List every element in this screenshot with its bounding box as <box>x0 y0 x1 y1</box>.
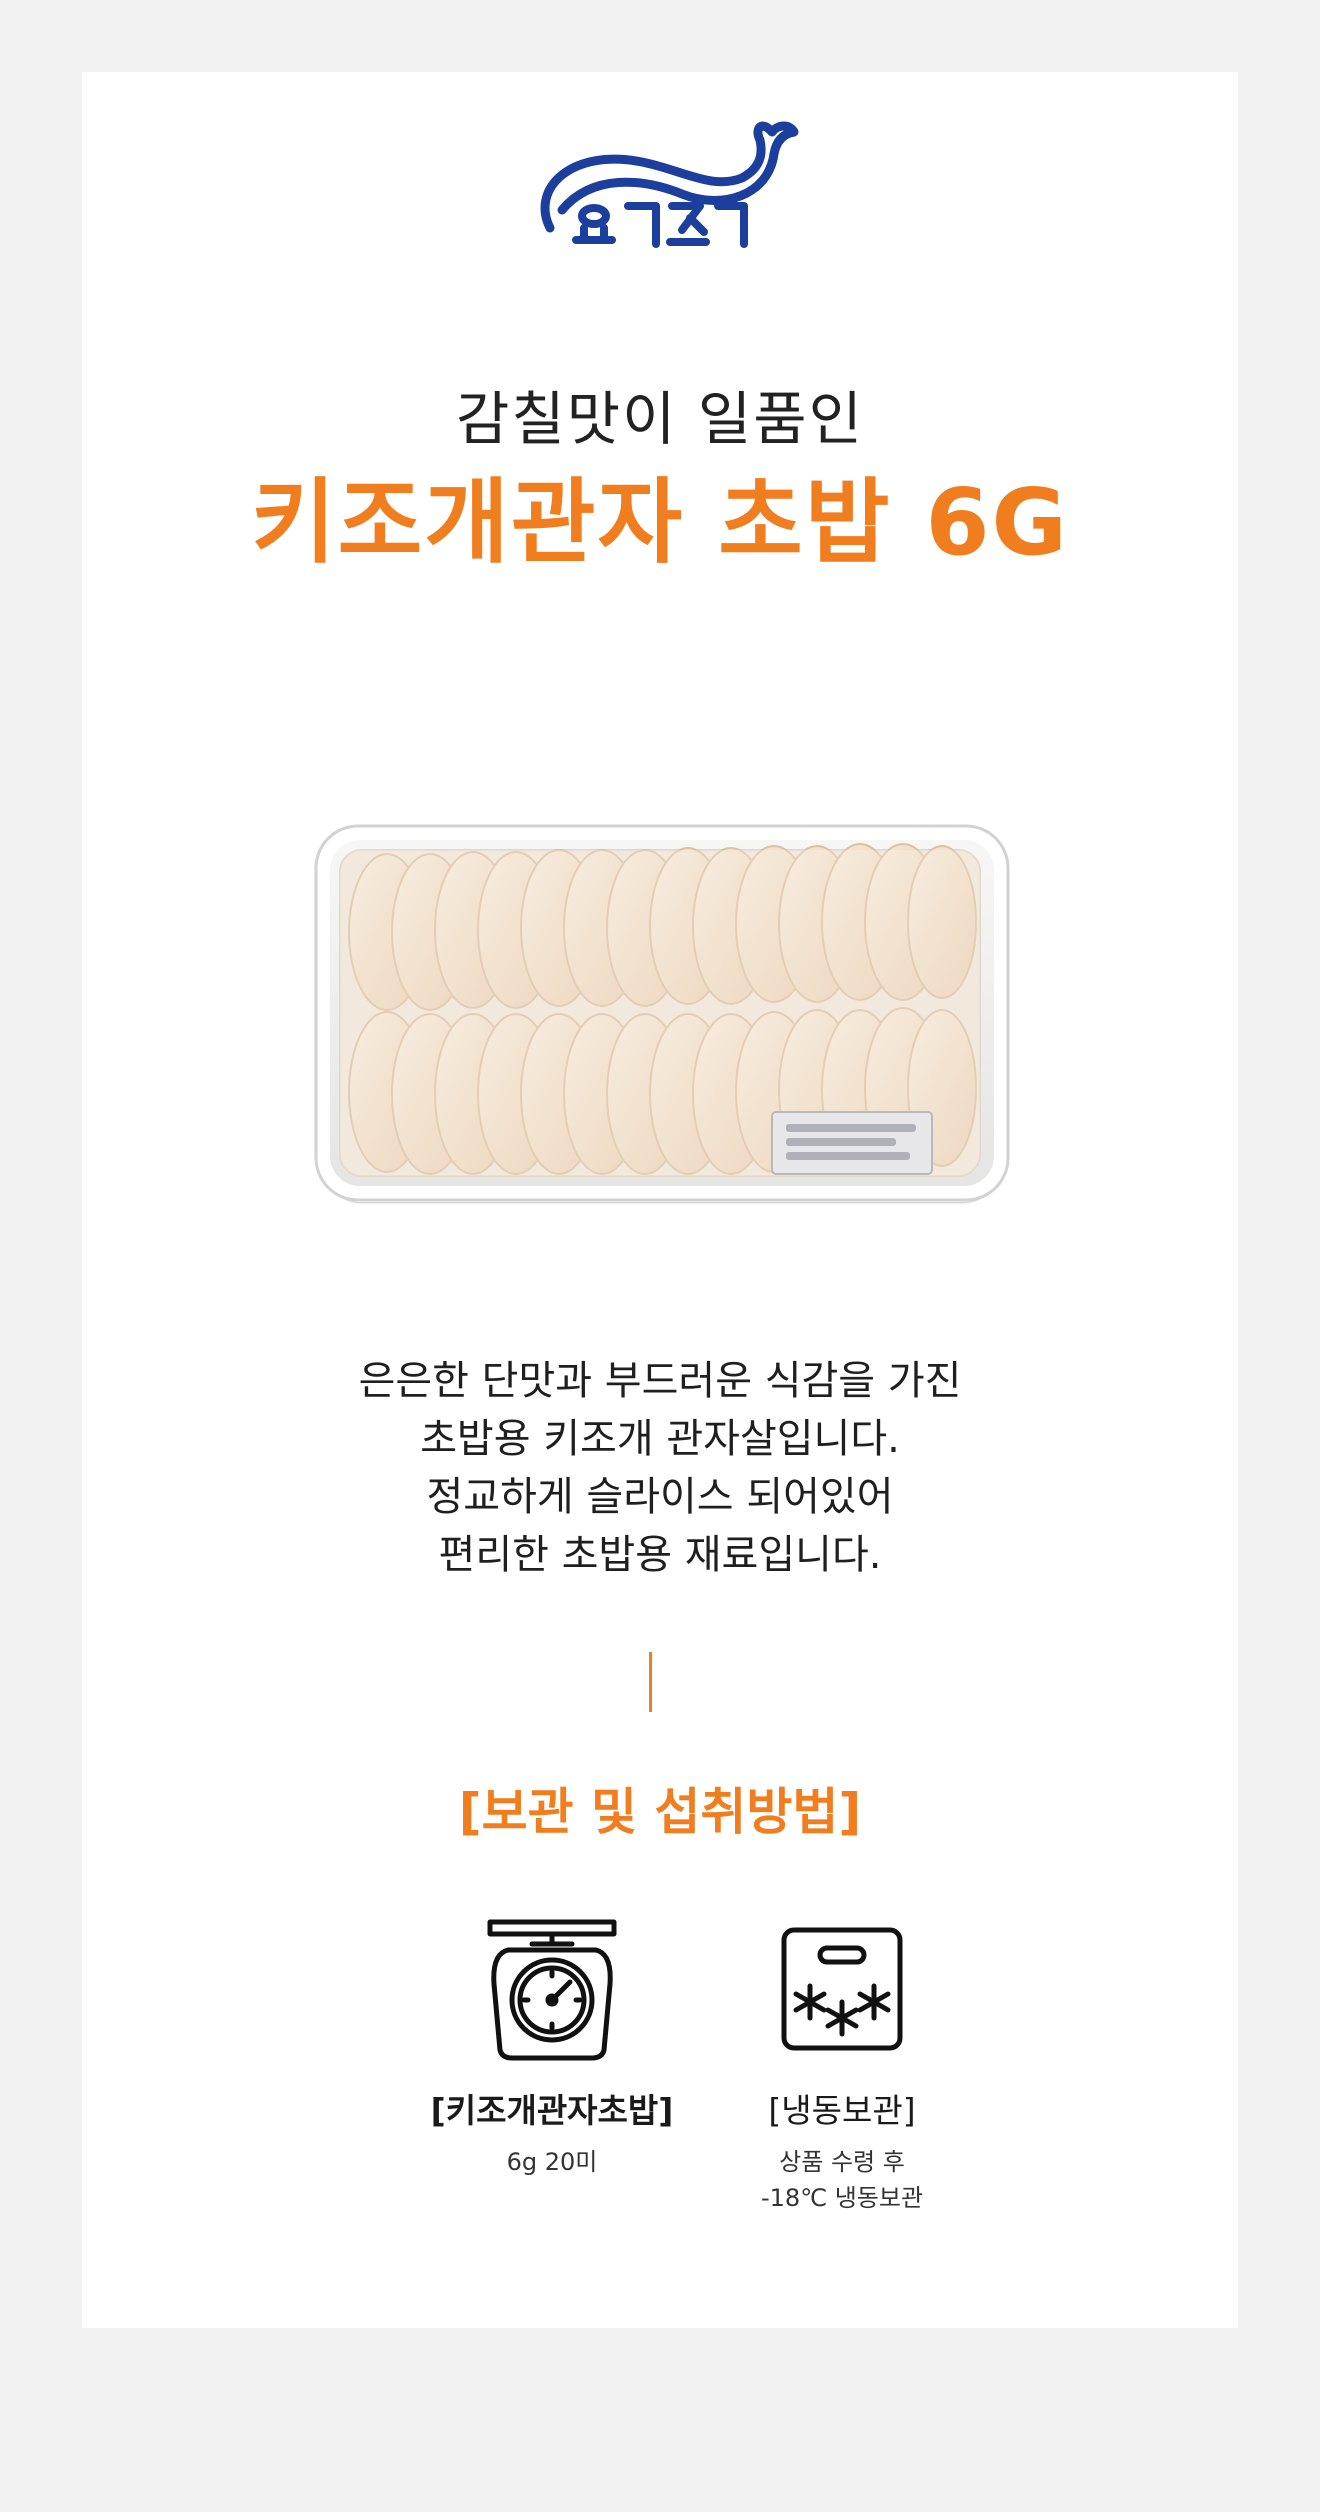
info-detail: 6g 20미 <box>506 2148 598 2176</box>
product-title: 키조개관자 초밥 6G <box>250 469 1070 576</box>
info-detail-line: -18℃ 냉동보관 <box>760 2184 924 2212</box>
description-line: 정교하게 슬라이스 되어있어 <box>426 1474 894 1520</box>
description-line: 편리한 초밥용 재료입니다. <box>438 1532 882 1578</box>
product-photo <box>312 772 1012 1222</box>
info-detail-line: 상품 수령 후 <box>779 2148 905 2176</box>
info-item-product: [키조개관자초밥] 6g 20미 <box>382 1914 722 2180</box>
storage-heading: [보관 및 섭취방법] <box>458 1783 862 1841</box>
product-description: 은은한 단맛과 부드러운 식감을 가진 초밥용 키조개 관자살입니다. 정교하게… <box>82 1352 1238 1584</box>
hero-subtitle: 감칠맛이 일품인 <box>456 385 864 453</box>
info-label: [키조개관자초밥] <box>430 2091 674 2130</box>
scallop-tray-image <box>314 824 1010 1204</box>
description-line: 초밥용 키조개 관자살입니다. <box>420 1416 900 1462</box>
brand-logo <box>532 110 802 260</box>
info-item-storage: [냉동보관] 상품 수령 후 -18℃ 냉동보관 <box>672 1914 1012 2216</box>
info-detail: 상품 수령 후 -18℃ 냉동보관 <box>672 2144 1012 2216</box>
description-line: 은은한 단맛과 부드러운 식감을 가진 <box>358 1358 962 1404</box>
section-divider <box>649 1652 652 1712</box>
freezer-icon <box>781 1927 903 2051</box>
scale-icon <box>487 1919 617 2061</box>
brand-logo-mark <box>540 121 799 248</box>
product-detail-card: 감칠맛이 일품인 키조개관자 초밥 6G 은은한 단맛과 부드러운 식감을 가진… <box>82 72 1238 2328</box>
info-label: [냉동보관] <box>768 2091 916 2130</box>
